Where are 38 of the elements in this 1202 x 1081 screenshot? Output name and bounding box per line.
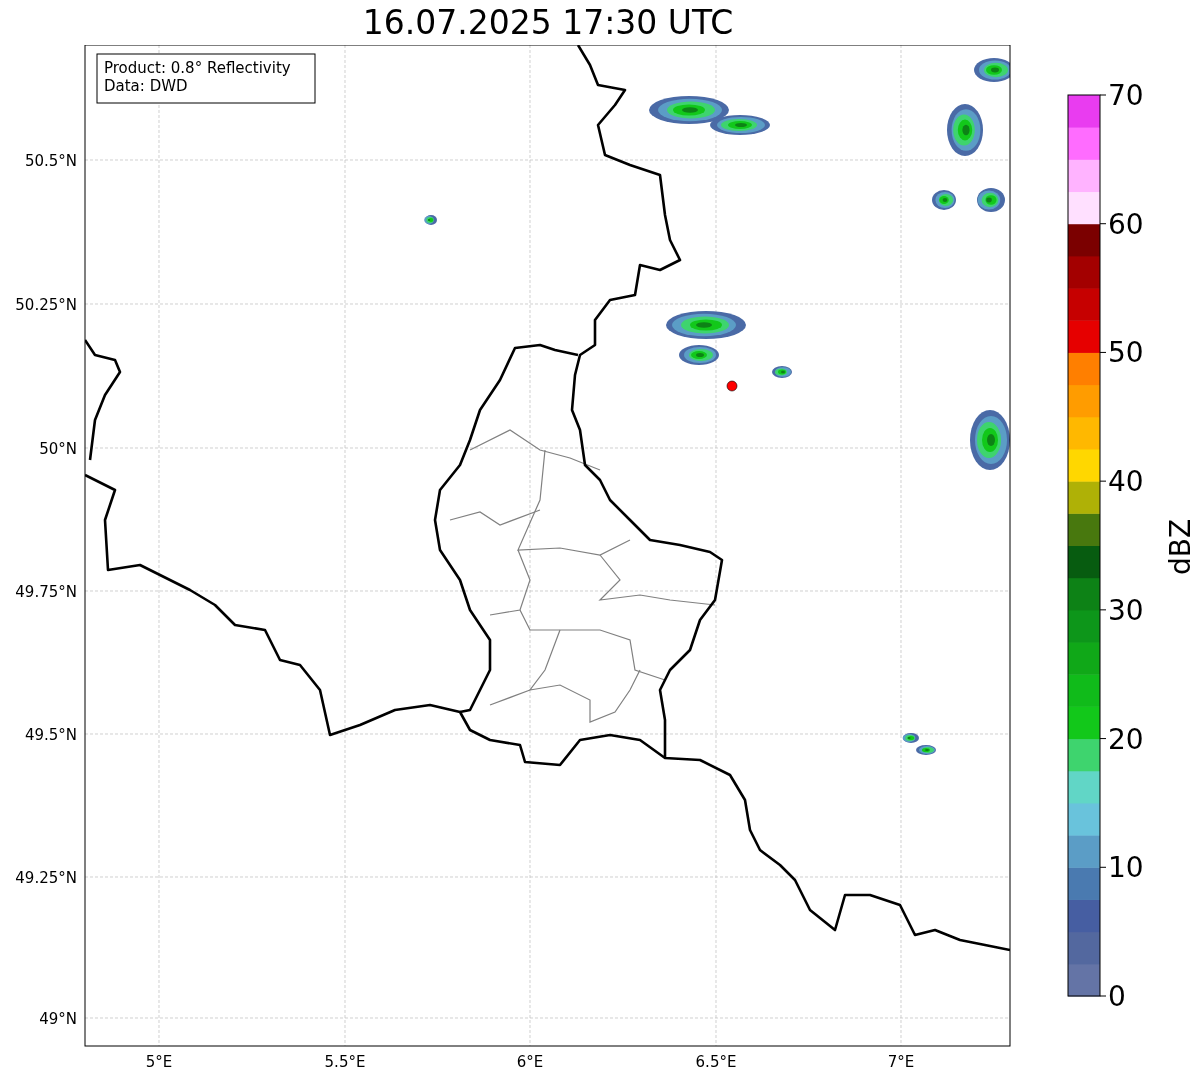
colorbar-tick-label: 50 <box>1108 336 1144 370</box>
radar-echo-icon <box>649 96 729 124</box>
radar-echo-icon <box>772 366 792 378</box>
station-marker <box>726 380 738 392</box>
latitude-label: 49.25°N <box>15 869 77 887</box>
radar-echo-icon <box>974 58 1010 82</box>
radar-echo-icon <box>666 311 746 339</box>
colorbar-tick-label: 40 <box>1108 465 1144 499</box>
radar-echo-icon <box>977 188 1005 212</box>
radar-echo-icon <box>424 215 437 225</box>
colorbar-tick-label: 60 <box>1108 207 1144 241</box>
radar-echo-icon <box>970 410 1010 470</box>
info-text: Data: DWD <box>104 77 188 95</box>
longitude-label: 5.5°E <box>324 1053 366 1071</box>
latitude-label: 49.75°N <box>15 583 77 601</box>
radar-echo-icon <box>947 104 983 156</box>
radar-echo-icon <box>679 345 719 365</box>
colorbar-label: dBZ <box>1164 518 1197 576</box>
radar-echo-icon <box>710 115 770 135</box>
colorbar-tick-label: 70 <box>1108 79 1144 112</box>
radar-echo-icon <box>932 190 956 210</box>
colorbar-tick-label: 10 <box>1108 851 1144 885</box>
longitude-label: 7°E <box>887 1053 915 1071</box>
radar-echo-icon <box>916 745 936 755</box>
chart-title: 16.07.2025 17:30 UTC <box>362 2 734 44</box>
latitude-label: 50.25°N <box>15 296 77 314</box>
colorbar-tick-label: 20 <box>1108 722 1144 756</box>
longitude-label: 6°E <box>516 1053 544 1071</box>
longitude-label: 5°E <box>145 1053 173 1071</box>
radar-echo-icon <box>902 733 919 743</box>
colorbar-tick-label: 30 <box>1108 593 1144 627</box>
colorbar-tick-label: 0 <box>1108 980 1126 1013</box>
info-text: Product: 0.8° Reflectivity <box>104 59 291 77</box>
longitude-label: 6.5°E <box>695 1053 737 1071</box>
latitude-label: 50.5°N <box>24 152 77 170</box>
latitude-label: 49°N <box>39 1010 77 1028</box>
latitude-label: 50°N <box>39 440 77 458</box>
latitude-label: 49.5°N <box>24 726 77 744</box>
